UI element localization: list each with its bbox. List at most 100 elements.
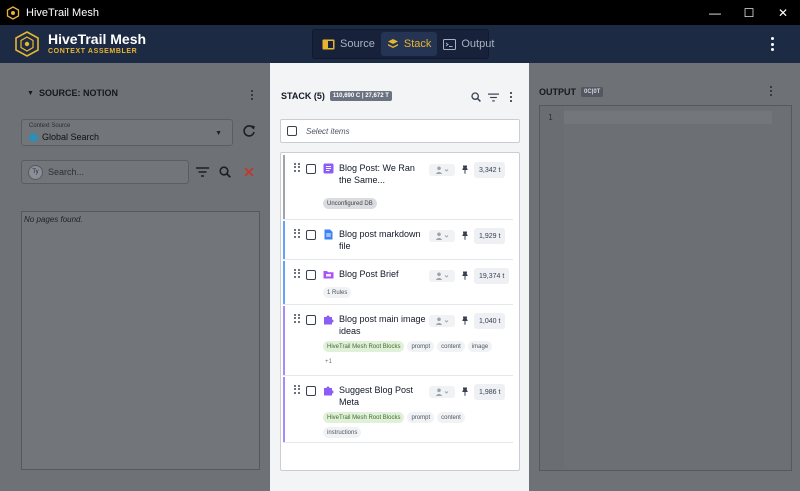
person-icon	[435, 388, 449, 396]
tag[interactable]: instructions	[323, 427, 362, 438]
pin-icon[interactable]	[461, 387, 469, 396]
drag-handle-icon[interactable]	[294, 314, 300, 323]
source-panel-header[interactable]: ▼ SOURCE: NOTION	[27, 88, 118, 98]
select-all-checkbox[interactable]	[287, 126, 297, 136]
current-line-highlight	[564, 111, 772, 124]
source-panel: ▼ SOURCE: NOTION Context Source Global S…	[0, 63, 270, 491]
brand-name: HiveTrail Mesh	[48, 31, 147, 47]
search-input[interactable]	[48, 167, 178, 177]
person-icon	[435, 317, 449, 325]
tag[interactable]: image	[467, 341, 493, 352]
line-gutter	[540, 106, 564, 470]
item-checkbox[interactable]	[306, 270, 316, 280]
filter-icon[interactable]	[488, 93, 499, 102]
refresh-icon[interactable]	[242, 124, 256, 138]
item-tags: 1 Rules	[323, 287, 508, 302]
source-menu-icon[interactable]	[247, 89, 257, 101]
pages-list: No pages found.	[21, 211, 260, 470]
mode-source-button[interactable]: Source	[316, 32, 381, 56]
stack-layers-icon	[387, 39, 398, 48]
context-source-value: Global Search	[42, 132, 100, 142]
window-title: HiveTrail Mesh	[26, 6, 99, 19]
stack-item[interactable]: Blog post main image ideas 1,040 t HiveT…	[283, 306, 513, 376]
pin-icon[interactable]	[461, 231, 469, 240]
mode-stack-button[interactable]: Stack	[380, 32, 438, 56]
token-count: 1,986 t	[474, 384, 506, 400]
tag[interactable]: prompt	[407, 341, 435, 352]
item-checkbox[interactable]	[306, 164, 316, 174]
stack-panel-header: STACK (5) 110,690 C | 27,672 T	[281, 91, 392, 101]
stack-item[interactable]: Blog post markdown file 1,929 t	[283, 221, 513, 260]
tag[interactable]: HiveTrail Mesh Root Blocks	[323, 412, 405, 423]
app-menu-icon[interactable]	[764, 36, 780, 52]
collapse-caret-icon[interactable]: ▼	[27, 90, 34, 97]
maximize-icon[interactable]: ☐	[732, 0, 766, 25]
assign-person-button[interactable]	[429, 164, 455, 176]
stack-item[interactable]: Blog Post Brief 19,374 t 1 Rules	[283, 261, 513, 305]
search-button[interactable]	[214, 160, 236, 184]
context-source-label: Context Source	[29, 123, 71, 129]
tag[interactable]: Unconfigured DB	[323, 198, 377, 209]
stack-menu-icon[interactable]	[506, 91, 516, 103]
source-icon	[322, 39, 335, 49]
output-panel: OUTPUT 0C|0T 1	[529, 63, 800, 491]
chevron-down-icon: ▼	[215, 130, 222, 137]
mode-output-button[interactable]: Output	[437, 32, 500, 56]
item-checkbox[interactable]	[306, 230, 316, 240]
app-header: HiveTrail Mesh CONTEXT ASSEMBLER Source …	[0, 25, 800, 63]
search-field[interactable]: Ty	[21, 160, 189, 184]
search-icon[interactable]	[471, 92, 481, 102]
brand-subtitle: CONTEXT ASSEMBLER	[48, 48, 138, 55]
assign-person-button[interactable]	[429, 270, 455, 282]
item-tags: HiveTrail Mesh Root Blocks prompt conten…	[323, 412, 508, 442]
pin-icon[interactable]	[461, 316, 469, 325]
tag[interactable]: content	[437, 412, 465, 423]
item-title: Blog post markdown file	[339, 229, 421, 251]
drag-handle-icon[interactable]	[294, 269, 300, 278]
stack-panel: STACK (5) 110,690 C | 27,672 T Select it…	[270, 63, 529, 491]
output-panel-header: OUTPUT 0C|0T	[539, 87, 604, 97]
assign-person-button[interactable]	[429, 315, 455, 327]
drag-handle-icon[interactable]	[294, 229, 300, 238]
stack-item[interactable]: Suggest Blog Post Meta 1,986 t HiveTrail…	[283, 377, 513, 443]
pin-icon[interactable]	[461, 271, 469, 280]
select-all-bar[interactable]: Select items	[280, 119, 520, 143]
stack-toolbar	[471, 91, 523, 103]
item-checkbox[interactable]	[306, 386, 316, 396]
item-checkbox[interactable]	[306, 315, 316, 325]
mode-output-label: Output	[461, 38, 495, 50]
workspace: ▼ SOURCE: NOTION Context Source Global S…	[0, 63, 800, 491]
tag[interactable]: 1 Rules	[323, 287, 352, 298]
puzzle-icon	[324, 315, 334, 325]
item-title: Blog post main image ideas	[339, 314, 426, 336]
tag[interactable]: content	[437, 341, 465, 352]
output-menu-icon[interactable]	[766, 85, 776, 97]
pin-icon[interactable]	[461, 165, 469, 174]
context-source-select[interactable]: Context Source Global Search ▼	[21, 119, 233, 146]
window-titlebar: HiveTrail Mesh — ☐ ✕	[0, 0, 800, 25]
item-title: Suggest Blog Post Meta	[339, 385, 414, 407]
output-editor[interactable]: 1	[539, 105, 792, 471]
token-count: 19,374 t	[474, 268, 510, 284]
clear-search-button[interactable]	[238, 160, 260, 184]
brand: HiveTrail Mesh CONTEXT ASSEMBLER	[14, 31, 146, 57]
tag[interactable]: prompt	[407, 412, 435, 423]
output-panel-title: OUTPUT	[539, 87, 576, 97]
drag-handle-icon[interactable]	[294, 385, 300, 394]
puzzle-icon	[324, 386, 334, 396]
person-icon	[435, 166, 449, 174]
stack-item[interactable]: Blog Post: We Ran the Same... 3,342 t Un…	[283, 155, 513, 220]
filter-button[interactable]	[191, 160, 213, 184]
tag[interactable]: HiveTrail Mesh Root Blocks	[323, 341, 405, 352]
terminal-icon	[443, 38, 457, 50]
assign-person-button[interactable]	[429, 386, 455, 398]
drag-handle-icon[interactable]	[294, 163, 300, 172]
search-icon	[219, 166, 231, 178]
assign-person-button[interactable]	[429, 230, 455, 242]
more-tags[interactable]: +1	[323, 356, 334, 367]
item-title: Blog Post: We Ran the Same...	[339, 163, 415, 185]
close-icon[interactable]: ✕	[766, 0, 800, 25]
item-tags: Unconfigured DB	[323, 198, 508, 213]
token-count: 3,342 t	[474, 162, 506, 178]
minimize-icon[interactable]: —	[698, 0, 732, 25]
